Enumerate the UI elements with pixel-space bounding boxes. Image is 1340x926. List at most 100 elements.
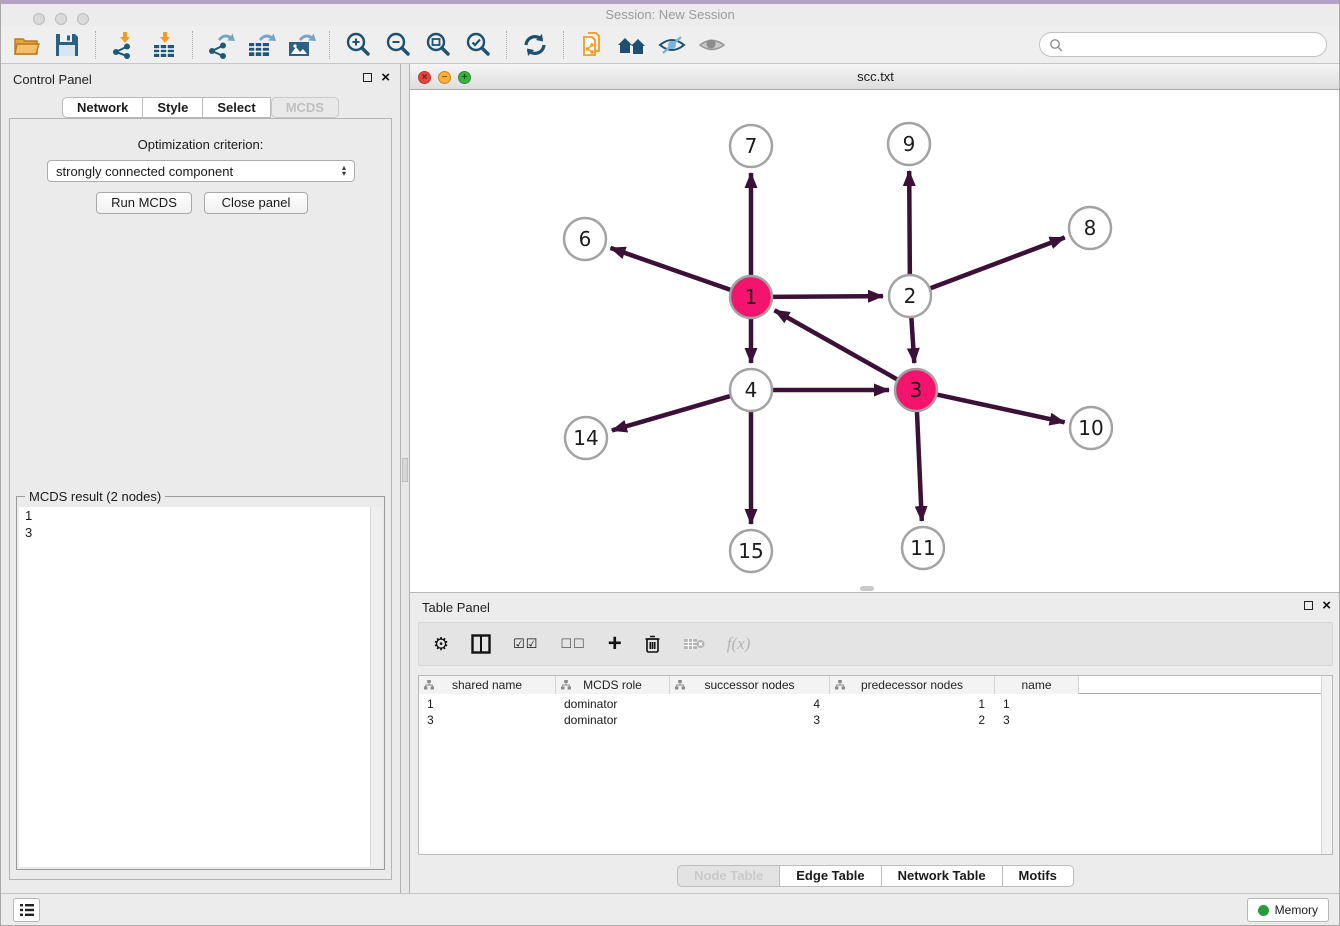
open-session-button[interactable] bbox=[7, 28, 47, 62]
tab-mcds[interactable]: MCDS bbox=[271, 97, 339, 118]
column-header-shared-name[interactable]: shared name bbox=[419, 676, 556, 694]
import-network-button[interactable] bbox=[104, 28, 144, 62]
table-toolbar: ⚙ ☑☑ ☐☐ + bbox=[418, 622, 1333, 666]
apply-function-button[interactable]: f(x) bbox=[727, 630, 751, 658]
cell-predecessor-nodes[interactable]: 1 bbox=[830, 696, 995, 712]
cell-successor-nodes[interactable]: 3 bbox=[670, 712, 830, 728]
column-header-successor-nodes[interactable]: successor nodes bbox=[670, 676, 830, 694]
cell-name[interactable]: 1 bbox=[995, 696, 1079, 712]
search-field[interactable] bbox=[1039, 32, 1327, 57]
search-input[interactable] bbox=[1068, 35, 1326, 55]
optimization-criterion-label: Optimization criterion: bbox=[10, 137, 391, 152]
table-header-row: shared name MCDS role successor nodes pr… bbox=[419, 676, 1332, 694]
run-mcds-button[interactable]: Run MCDS bbox=[96, 192, 192, 214]
graph-edge-3-11[interactable] bbox=[917, 409, 922, 521]
network-canvas[interactable]: 1234678910111415 bbox=[410, 90, 1340, 592]
export-table-icon bbox=[246, 31, 276, 59]
app-minimize-button[interactable] bbox=[55, 13, 67, 25]
table-row[interactable]: 1 dominator 4 1 1 bbox=[419, 696, 1332, 712]
task-history-button[interactable] bbox=[13, 898, 40, 922]
refresh-layout-button[interactable] bbox=[515, 28, 555, 62]
result-scrollbar[interactable] bbox=[370, 507, 382, 867]
network-window-titlebar[interactable]: scc.txt × − + bbox=[410, 64, 1340, 90]
cell-shared-name[interactable]: 3 bbox=[419, 712, 556, 728]
zoom-out-button[interactable] bbox=[378, 28, 418, 62]
tab-style[interactable]: Style bbox=[143, 97, 203, 118]
graph-edge-3-1[interactable] bbox=[775, 310, 900, 380]
column-header-mcds-role[interactable]: MCDS role bbox=[556, 676, 670, 694]
column-header-name[interactable]: name bbox=[995, 676, 1079, 694]
graph-edge-2-9[interactable] bbox=[909, 171, 910, 277]
control-panel-float-button[interactable] bbox=[363, 73, 372, 82]
graph-edge-2-3[interactable] bbox=[911, 315, 914, 363]
mcds-result-list[interactable]: 1 3 bbox=[19, 507, 382, 867]
memory-label: Memory bbox=[1275, 903, 1318, 917]
graph-edge-4-14[interactable] bbox=[612, 395, 733, 430]
cell-name[interactable]: 3 bbox=[995, 712, 1079, 728]
app-zoom-button[interactable] bbox=[77, 13, 89, 25]
graph-edge-2-8[interactable] bbox=[928, 238, 1065, 290]
save-session-button[interactable] bbox=[47, 28, 87, 62]
hide-graphics-details-button[interactable] bbox=[652, 28, 692, 62]
deselect-all-button[interactable]: ☐☐ bbox=[560, 630, 585, 658]
column-settings-button[interactable]: ⚙ bbox=[433, 630, 449, 658]
table-scrollbar[interactable] bbox=[1321, 676, 1332, 854]
control-panel-close-button[interactable]: × bbox=[381, 72, 390, 83]
app-titlebar[interactable]: Session: New Session bbox=[1, 4, 1339, 26]
network-graph[interactable]: 1234678910111415 bbox=[410, 90, 1340, 592]
split-table-view-button[interactable] bbox=[471, 630, 491, 658]
cell-mcds-role[interactable]: dominator bbox=[556, 696, 670, 712]
export-image-button[interactable] bbox=[281, 28, 321, 62]
cell-shared-name[interactable]: 1 bbox=[419, 696, 556, 712]
graph-edge-1-6[interactable] bbox=[610, 248, 733, 291]
graph-node-label: 9 bbox=[903, 132, 916, 156]
tab-edge-table[interactable]: Edge Table bbox=[780, 865, 881, 887]
graph-edge-3-10[interactable] bbox=[935, 394, 1065, 422]
cell-mcds-role[interactable]: dominator bbox=[556, 712, 670, 728]
add-column-button[interactable]: + bbox=[608, 630, 622, 658]
graph-node-label: 8 bbox=[1084, 216, 1097, 240]
tab-select[interactable]: Select bbox=[203, 97, 270, 118]
zoom-fit-button[interactable] bbox=[418, 28, 458, 62]
application-window: Session: New Session bbox=[0, 0, 1340, 926]
column-header-predecessor-nodes[interactable]: predecessor nodes bbox=[830, 676, 995, 694]
graph-node-label: 3 bbox=[910, 378, 923, 402]
unchecked-boxes-icon: ☐☐ bbox=[560, 636, 585, 652]
delete-table-button[interactable] bbox=[683, 630, 705, 658]
network-close-button[interactable]: × bbox=[418, 71, 431, 84]
duplicate-network-button[interactable] bbox=[572, 28, 612, 62]
network-maximize-button[interactable]: + bbox=[458, 71, 471, 84]
tab-node-table[interactable]: Node Table bbox=[677, 865, 780, 887]
tab-network-table[interactable]: Network Table bbox=[882, 865, 1003, 887]
table-panel-close-button[interactable]: × bbox=[1322, 600, 1331, 611]
zoom-in-button[interactable] bbox=[338, 28, 378, 62]
control-panel: Control Panel × Network Style Select MCD… bbox=[1, 64, 400, 893]
criterion-select[interactable]: strongly connected component ▴▾ bbox=[47, 160, 355, 182]
graph-edge-1-2[interactable] bbox=[770, 296, 883, 297]
app-close-button[interactable] bbox=[33, 13, 45, 25]
delete-column-button[interactable] bbox=[644, 630, 661, 658]
export-table-button[interactable] bbox=[241, 28, 281, 62]
table-panel-float-button[interactable] bbox=[1304, 601, 1313, 610]
select-all-button[interactable]: ☑☑ bbox=[513, 630, 538, 658]
network-minimize-button[interactable]: − bbox=[438, 71, 451, 84]
canvas-resize-grip[interactable] bbox=[860, 586, 874, 591]
show-graphics-details-button[interactable] bbox=[692, 28, 732, 62]
tab-motifs[interactable]: Motifs bbox=[1003, 865, 1074, 887]
toolbar-separator bbox=[563, 31, 564, 59]
export-network-button[interactable] bbox=[201, 28, 241, 62]
splitter-grip[interactable] bbox=[402, 458, 408, 482]
import-network-icon bbox=[110, 31, 138, 59]
home-view-button[interactable] bbox=[612, 28, 652, 62]
memory-button[interactable]: Memory bbox=[1247, 898, 1329, 922]
node-table[interactable]: shared name MCDS role successor nodes pr… bbox=[418, 675, 1333, 855]
vertical-splitter[interactable] bbox=[400, 64, 410, 893]
table-row[interactable]: 3 dominator 3 2 3 bbox=[419, 712, 1332, 728]
close-panel-button[interactable]: Close panel bbox=[204, 192, 308, 214]
cell-successor-nodes[interactable]: 4 bbox=[670, 696, 830, 712]
cell-predecessor-nodes[interactable]: 2 bbox=[830, 712, 995, 728]
import-table-button[interactable] bbox=[144, 28, 184, 62]
tab-network[interactable]: Network bbox=[62, 97, 143, 118]
memory-status-icon bbox=[1258, 905, 1269, 916]
zoom-selected-button[interactable] bbox=[458, 28, 498, 62]
